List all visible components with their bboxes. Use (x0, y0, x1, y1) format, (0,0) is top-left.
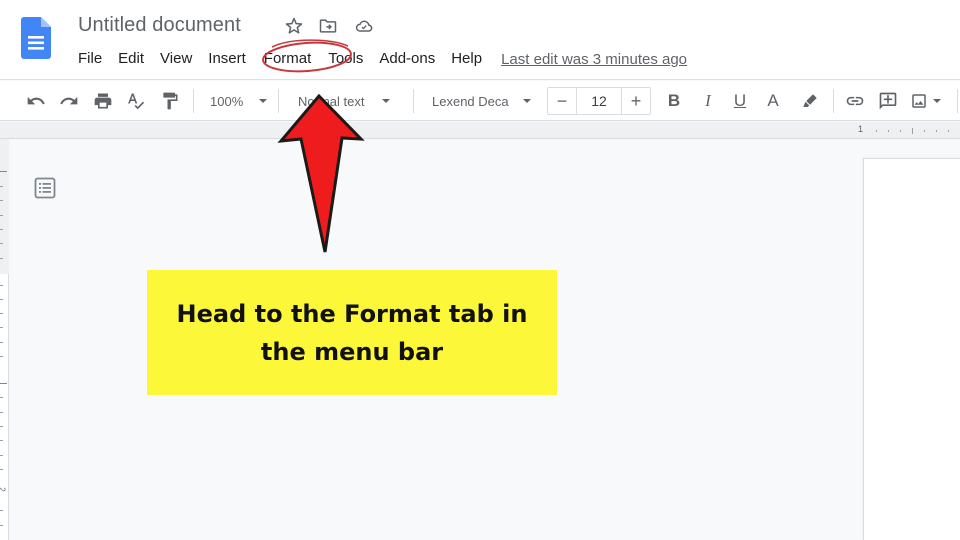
toolbar-divider (278, 89, 279, 113)
last-edit-link[interactable]: Last edit was 3 minutes ago (501, 51, 687, 68)
spellcheck-button[interactable] (125, 89, 147, 113)
chevron-down-icon (259, 99, 268, 103)
undo-button[interactable] (25, 89, 47, 113)
paint-format-icon (163, 92, 178, 110)
ruler-tick (0, 510, 3, 511)
document-title[interactable]: Untitled document (78, 14, 241, 37)
ruler-tick (0, 412, 3, 413)
toolbar-divider (193, 89, 194, 113)
instruction-callout: Head to the Format tab in the menu bar (147, 270, 557, 395)
toolbar-divider (957, 89, 958, 113)
ruler-tick (0, 342, 3, 343)
text-color-button[interactable]: A (762, 89, 784, 113)
ruler-label: 1 (858, 124, 864, 134)
insert-link-button[interactable] (844, 89, 866, 113)
bold-button[interactable]: B (663, 89, 685, 113)
ruler-tick (0, 229, 3, 230)
underline-button[interactable]: U (729, 89, 751, 113)
ruler-tick (0, 200, 3, 201)
menu-view[interactable]: View (152, 47, 200, 71)
paragraph-style-select[interactable]: Normal text (298, 89, 404, 113)
docs-logo-icon[interactable] (21, 17, 51, 59)
menu-tools[interactable]: Tools (320, 47, 371, 71)
toolbar-divider (833, 89, 834, 113)
menu-file[interactable]: File (70, 47, 110, 71)
ruler-tick (0, 383, 7, 384)
insert-image-icon (912, 94, 926, 108)
spellcheck-icon (128, 93, 145, 110)
menu-insert[interactable]: Insert (200, 47, 254, 71)
highlight-icon (803, 94, 817, 107)
ruler-tick (0, 455, 3, 456)
move-to-folder-icon[interactable] (318, 16, 340, 38)
ruler-margin (0, 139, 9, 274)
app-header: Untitled document File Edit View Insert … (0, 0, 960, 80)
ruler-tick (0, 356, 3, 357)
menu-bar: File Edit View Insert Format Tools Add-o… (70, 47, 687, 71)
ruler-tick (0, 215, 3, 216)
ruler-tick (0, 285, 3, 286)
ruler-tick (0, 426, 3, 427)
chevron-down-icon (933, 99, 941, 103)
menu-help[interactable]: Help (443, 47, 490, 71)
increase-font-size-button[interactable]: + (622, 88, 650, 114)
ruler-tick (0, 525, 3, 526)
toolbar: 100% Normal text Lexend Deca − 12 + B I … (0, 81, 960, 121)
document-page[interactable] (863, 158, 960, 540)
ruler-tick (0, 243, 3, 244)
star-icon[interactable] (284, 16, 306, 38)
cloud-status-icon[interactable] (354, 16, 376, 38)
ruler-tick (0, 171, 7, 172)
ruler-tick (0, 469, 3, 470)
italic-button[interactable]: I (697, 89, 719, 113)
link-icon (846, 96, 864, 106)
paint-format-button[interactable] (159, 89, 181, 113)
font-size-input[interactable]: 12 (576, 88, 622, 114)
ruler-tick (0, 186, 3, 187)
menu-add-ons[interactable]: Add-ons (371, 47, 443, 71)
chevron-down-icon (382, 99, 391, 103)
add-comment-button[interactable] (877, 89, 899, 113)
decrease-font-size-button[interactable]: − (548, 88, 576, 114)
print-icon (94, 93, 112, 109)
ruler-tick (0, 313, 3, 314)
add-comment-icon (879, 92, 897, 110)
menu-edit[interactable]: Edit (110, 47, 152, 71)
callout-line-2: the menu bar (260, 337, 444, 366)
print-button[interactable] (92, 89, 114, 113)
redo-button[interactable] (58, 89, 80, 113)
menu-format[interactable]: Format (254, 47, 321, 71)
horizontal-ruler[interactable]: 1 (0, 122, 960, 139)
callout-text: Head to the Format tab in the menu bar (177, 295, 528, 371)
font-size-control: − 12 + (547, 87, 651, 115)
ruler-ticks (876, 128, 949, 134)
font-family-select[interactable]: Lexend Deca (432, 89, 538, 113)
ruler-tick (0, 258, 3, 259)
zoom-select[interactable]: 100% (210, 89, 270, 113)
callout-line-1: Head to the Format tab in (176, 299, 528, 328)
vertical-ruler[interactable]: 2 (0, 139, 9, 540)
ruler-tick (0, 299, 3, 300)
ruler-label: 2 (0, 487, 7, 491)
ruler-tick (0, 440, 3, 441)
chevron-down-icon (522, 99, 531, 103)
ruler-tick (0, 327, 3, 328)
highlight-button[interactable] (799, 89, 821, 113)
toolbar-divider (413, 89, 414, 113)
redo-icon (60, 96, 78, 105)
undo-icon (27, 96, 45, 105)
document-outline-icon[interactable] (34, 177, 56, 199)
ruler-tick (0, 397, 3, 398)
insert-image-button[interactable] (910, 89, 950, 113)
